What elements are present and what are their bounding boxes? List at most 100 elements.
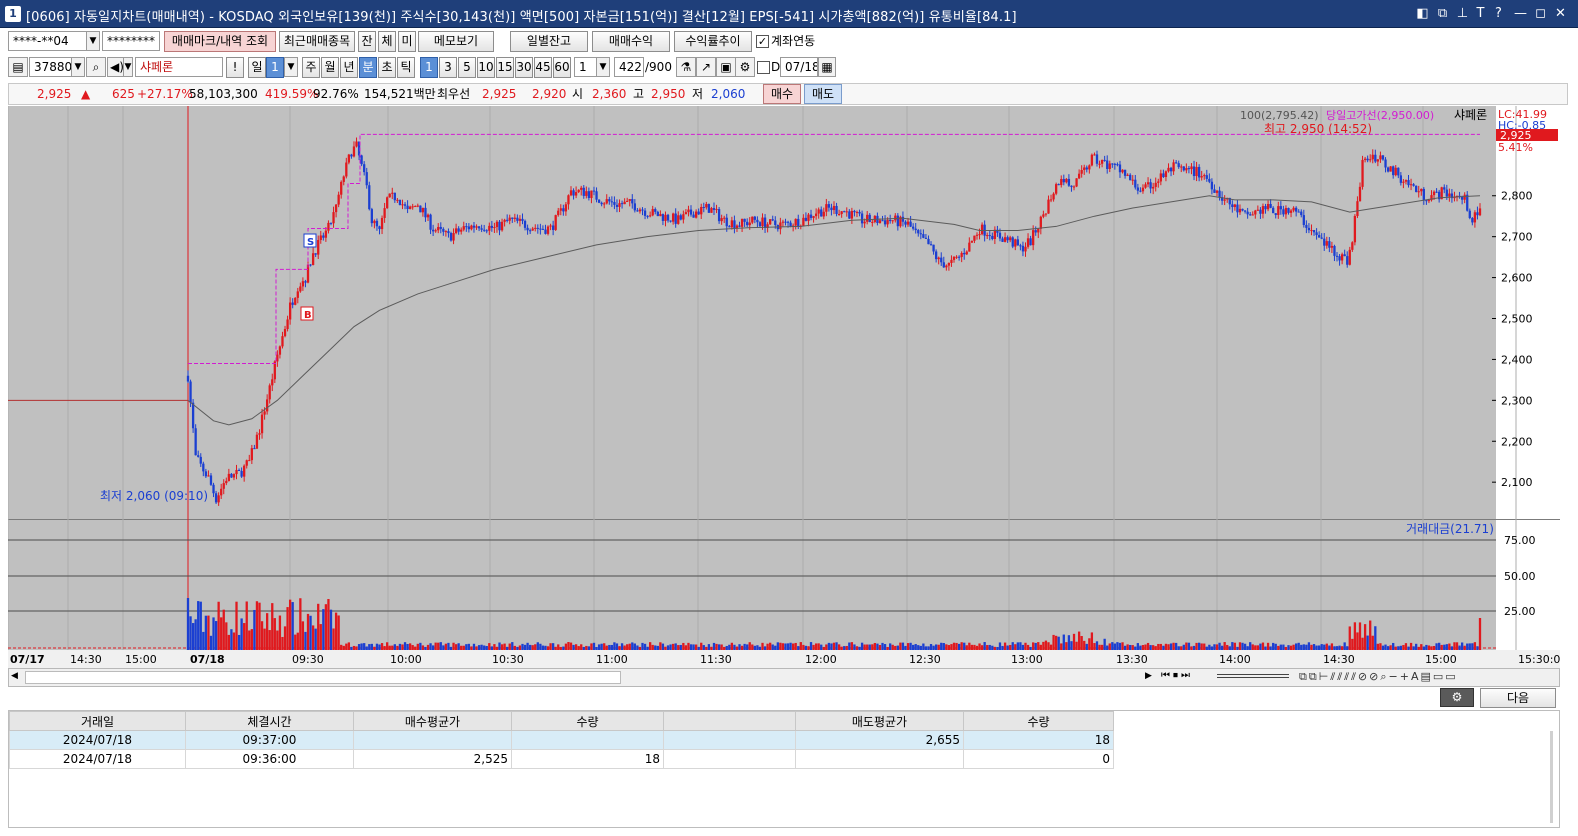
col-trade-date[interactable]: 거래일 [9,711,186,731]
candle-body [825,204,828,212]
chevron-down-icon[interactable]: ▼ [596,57,610,77]
link-window-icon[interactable]: ◧ [1414,5,1431,22]
recent-trades-button[interactable]: 최근매매종목 [279,31,355,52]
price-chart[interactable]: 최저 2,060 (09:10) 최고 2,950 (14:52)100(2,79… [7,106,1567,668]
x-tick-label: 11:00 [596,653,628,666]
return-trend-button[interactable]: 수익률추이 [674,31,752,52]
executed-button[interactable]: 체 [378,31,396,52]
copy-window-icon[interactable]: ⧉ [1434,5,1451,22]
volume-bar [1415,643,1418,650]
balance-button[interactable]: 잔 [358,31,376,52]
volume-bar [534,644,537,650]
period-day-button[interactable]: 일 [248,57,266,78]
drawing-tools-icon[interactable]: ⧉⧉⊢⫽⫽⫽⫽⊘⊘⌕−+A▤▭▭ [1299,670,1458,684]
memo-view-button[interactable]: 메모보기 [418,31,494,52]
date-checkbox[interactable] [757,61,770,74]
chart-scrollbar[interactable]: ◀ ▶ ⏮⏹⏭ ⧉⧉⊢⫽⫽⫽⫽⊘⊘⌕−+A▤▭▭ [8,668,1560,687]
minimize-button[interactable]: — [1512,5,1529,22]
candle-body [1302,215,1305,225]
candle-body [263,411,266,415]
col-sell-qty[interactable]: 수량 [963,711,1114,731]
volume-bar [1282,644,1285,650]
account-link-checkbox[interactable]: ✓ [756,35,769,48]
volume-bar [1223,642,1226,650]
table-row[interactable]: 2024/07/18 09:36:00 2,525 18 0 [9,749,1114,769]
alert-button[interactable]: ! [226,57,244,78]
period-month-button[interactable]: 월 [321,57,339,78]
password-field[interactable]: ******** [102,31,160,51]
close-button[interactable]: ✕ [1552,5,1569,22]
candle-body [202,463,205,472]
draw-tool-icon[interactable]: ↗ [696,57,716,77]
volume-bar [1297,642,1300,650]
period-second-button[interactable]: 초 [378,57,396,78]
volume-bar [1292,644,1295,650]
chevron-down-icon[interactable]: ▼ [86,31,100,51]
settings-gear-button[interactable]: ⚙ [1440,688,1474,707]
volume-bar [334,612,338,650]
pin-icon[interactable]: ⊥ [1454,5,1471,22]
candle-body [424,207,427,218]
candle-body [700,206,703,215]
candle-body [968,242,971,252]
calendar-icon[interactable]: ▦ [818,57,836,77]
stock-name-field[interactable]: 샤페론 [135,57,223,77]
col-sell-avg[interactable]: 매도평균가 [795,711,964,731]
maximize-button[interactable]: ◻ [1532,5,1549,22]
minute-5-button[interactable]: 5 [458,57,476,78]
playback-controls-icon[interactable]: ⏮⏹⏭ [1161,670,1193,681]
chevron-down-icon[interactable]: ▼ [123,57,133,77]
period-tick-button[interactable]: 틱 [397,57,415,78]
minute-1-button[interactable]: 1 [420,57,438,78]
period-minute-button[interactable]: 분 [359,57,377,78]
table-scrollbar[interactable] [1550,731,1553,823]
volume-bar [437,642,440,650]
period-week-button[interactable]: 주 [302,57,320,78]
volume-bar [1162,645,1165,650]
period-year-button[interactable]: 년 [340,57,358,78]
account-select[interactable]: ****-**04 [8,31,88,51]
unexecuted-button[interactable]: 미 [398,31,416,52]
zoom-slider[interactable] [1217,674,1289,678]
minute-30-button[interactable]: 30 [515,57,533,78]
candle-body [1358,186,1362,202]
scroll-right-icon[interactable]: ▶ [1145,671,1152,681]
chart-tools-icon[interactable]: ⚗ [676,57,696,77]
scroll-left-icon[interactable]: ◀ [11,671,18,681]
minute-10-button[interactable]: 10 [477,57,495,78]
table-row[interactable]: 2024/07/18 09:37:00 2,655 18 [9,730,1114,750]
scroll-thumb[interactable] [25,671,621,684]
chevron-down-icon[interactable]: ▼ [284,57,298,77]
col-buy-avg[interactable]: 매수평균가 [353,711,512,731]
candle-body [220,488,223,496]
col-exec-time[interactable]: 체결시간 [185,711,354,731]
minute-15-button[interactable]: 15 [496,57,514,78]
sell-button[interactable]: 매도 [804,84,842,104]
save-icon[interactable]: ▣ [716,57,736,77]
minute-60-button[interactable]: 60 [553,57,571,78]
trade-profit-button[interactable]: 매매수익 [592,31,670,52]
chart-area[interactable]: 최저 2,060 (09:10) 최고 2,950 (14:52) 100(2,79… [7,106,1567,668]
minute-45-button[interactable]: 45 [534,57,552,78]
col-buy-qty[interactable]: 수량 [511,711,664,731]
data-range-input[interactable]: 422 [614,57,644,77]
next-button[interactable]: 다음 [1480,688,1556,708]
date-input[interactable]: 07/18 [780,57,818,77]
minute-3-button[interactable]: 3 [439,57,457,78]
daily-balance-button[interactable]: 일별잔고 [510,31,588,52]
stock-code-input[interactable]: 378800 [29,57,73,77]
period-num-select[interactable]: 1 [266,57,284,78]
font-icon[interactable]: T [1472,5,1489,22]
interval-count-input[interactable]: 1 [574,57,598,77]
stock-list-icon[interactable]: ▤ [8,57,28,77]
candle-body [781,221,785,223]
search-icon[interactable]: ⌕ [86,57,106,77]
candle-body [197,455,200,457]
help-icon[interactable]: ? [1490,5,1507,22]
trade-mark-query-button[interactable]: 매매마크/내역 조회 [164,31,276,52]
volume-bar [978,643,981,650]
volume-bar [574,644,578,650]
gear-icon[interactable]: ⚙ [735,57,755,77]
chevron-down-icon[interactable]: ▼ [71,57,85,77]
buy-button[interactable]: 매수 [763,84,801,104]
